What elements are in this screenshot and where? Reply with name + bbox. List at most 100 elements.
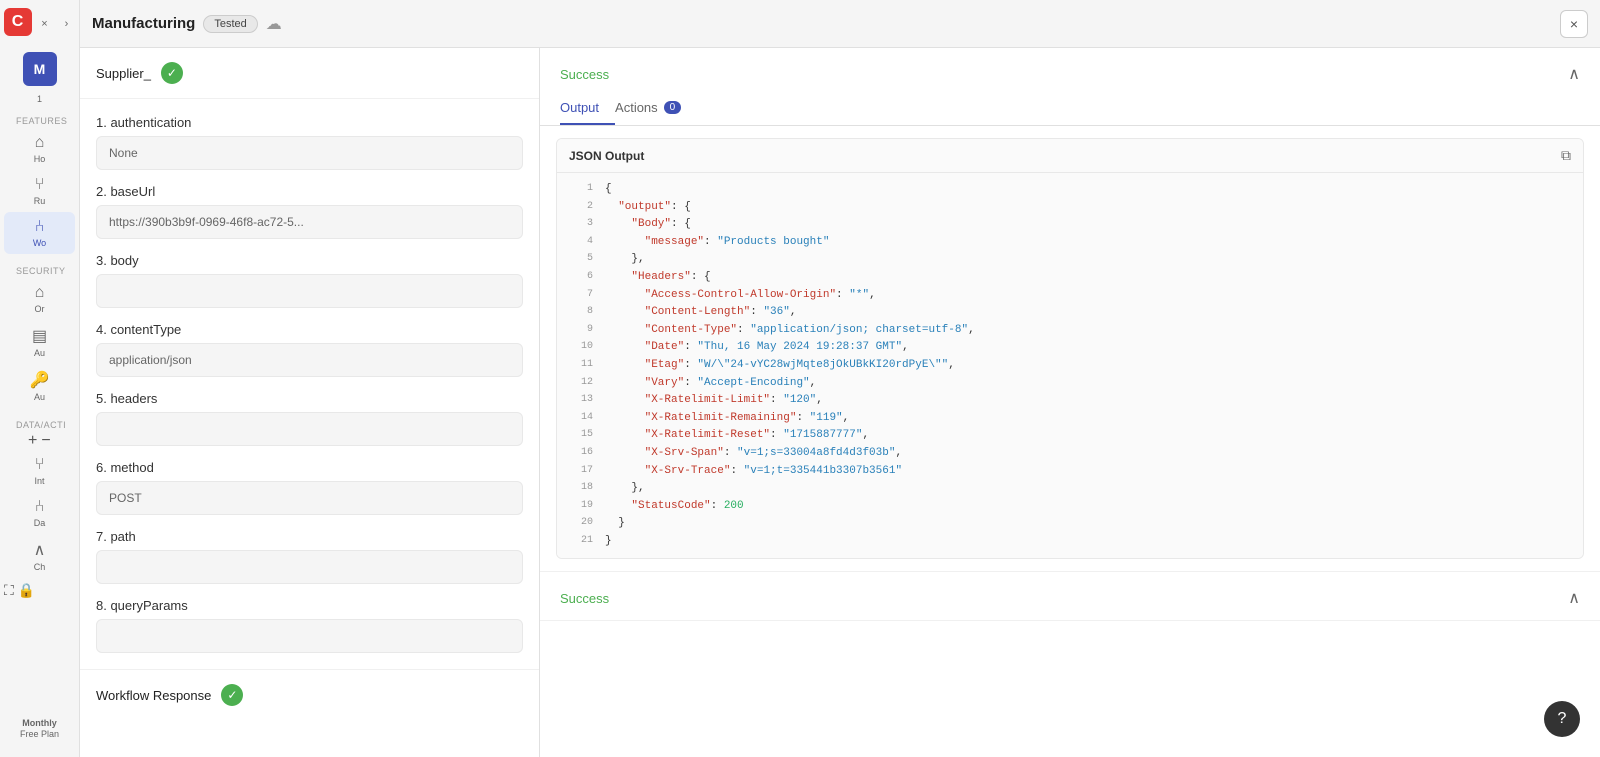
add-button[interactable]: + xyxy=(28,432,37,450)
authentication-input[interactable]: None xyxy=(96,136,523,170)
output-panel: Success ∧ Output Actions 0 JSON Output xyxy=(540,48,1600,757)
sidebar-close-button[interactable]: × xyxy=(36,15,54,33)
tested-badge: Tested xyxy=(203,15,257,33)
sidebar-data-section: DATA/ACTI + − ⑂ Int ⑃ Da ∧ Ch ⛶ 🔒 xyxy=(0,412,79,599)
security-label: SECURITY xyxy=(4,266,75,276)
params-panel: Supplier_ ✓ 1. authentication None 2. ba… xyxy=(80,48,540,757)
avatar[interactable]: M xyxy=(23,52,57,86)
resize-button[interactable]: ⛶ xyxy=(4,582,14,599)
sidebar-expand-button[interactable]: › xyxy=(58,15,76,33)
int-icon: ⑂ xyxy=(35,456,45,474)
param-method: 6. method POST xyxy=(96,460,523,515)
headers-input[interactable] xyxy=(96,412,523,446)
int-label: Int xyxy=(34,476,44,486)
method-input[interactable]: POST xyxy=(96,481,523,515)
home-icon: ⌂ xyxy=(35,134,45,152)
sidebar-item-int[interactable]: ⑂ Int xyxy=(4,450,75,492)
app-logo: C xyxy=(4,8,32,36)
json-line: 8 "Content-Length": "36", xyxy=(557,304,1583,322)
run-icon: ⑂ xyxy=(35,176,45,194)
workflow-response-label: Workflow Response xyxy=(96,688,211,703)
json-line: 17 "X-Srv-Trace": "v=1;t=335441b3307b356… xyxy=(557,463,1583,481)
data-label2: Da xyxy=(34,518,46,528)
node-label: Supplier_ xyxy=(96,66,151,81)
workflow-response-check-icon: ✓ xyxy=(221,684,243,706)
data-label: DATA/ACTI xyxy=(4,420,75,430)
close-button[interactable]: × xyxy=(1560,10,1588,38)
json-code: 1 { 2 "output": { 3 "Body": { 4 xyxy=(557,173,1583,558)
sidebar-item-data[interactable]: ⑃ Da xyxy=(4,492,75,534)
sidebar-item-org[interactable]: ⌂ Or xyxy=(4,278,75,320)
json-line: 14 "X-Ratelimit-Remaining": "119", xyxy=(557,410,1583,428)
workflow-response-header: Workflow Response ✓ xyxy=(80,669,539,720)
baseurl-input[interactable]: https://390b3b9f-0969-46f8-ac72-5... xyxy=(96,205,523,239)
authentication-label: 1. authentication xyxy=(96,115,523,130)
json-line: 5 }, xyxy=(557,251,1583,269)
param-headers: 5. headers xyxy=(96,391,523,446)
sidebar-item-ch[interactable]: ∧ Ch xyxy=(4,534,75,578)
collapse-button-2[interactable]: ∧ xyxy=(1568,588,1580,608)
sidebar-features-section: FEATURES ⌂ Ho ⑂ Ru ⑃ Wo xyxy=(0,108,79,254)
api-label: Au xyxy=(34,392,45,402)
success-label-2: Success xyxy=(560,591,609,606)
remove-button[interactable]: − xyxy=(41,432,50,450)
tab-actions[interactable]: Actions 0 xyxy=(615,92,697,125)
run-label: Ru xyxy=(34,196,46,206)
help-button[interactable]: ? xyxy=(1544,701,1580,737)
cloud-icon: ☁ xyxy=(266,14,282,34)
json-line: 7 "Access-Control-Allow-Origin": "*", xyxy=(557,287,1583,305)
path-input[interactable] xyxy=(96,550,523,584)
home-label: Ho xyxy=(34,154,46,164)
param-contenttype: 4. contentType application/json xyxy=(96,322,523,377)
json-line: 10 "Date": "Thu, 16 May 2024 19:28:37 GM… xyxy=(557,339,1583,357)
data-icon: ⑃ xyxy=(35,498,45,516)
contenttype-input[interactable]: application/json xyxy=(96,343,523,377)
param-body: 3. body xyxy=(96,253,523,308)
top-bar: Manufacturing Tested ☁ × xyxy=(80,0,1600,48)
sidebar-item-api[interactable]: 🔑 Au xyxy=(4,364,75,408)
copy-button[interactable]: ⧉ xyxy=(1561,147,1571,164)
sidebar-security-section: SECURITY ⌂ Or ▤ Au 🔑 Au xyxy=(0,258,79,408)
output-section-header: Success ∧ xyxy=(540,48,1600,84)
baseurl-label: 2. baseUrl xyxy=(96,184,523,199)
node-header: Supplier_ ✓ xyxy=(80,48,539,99)
auth-icon: ▤ xyxy=(32,326,47,346)
queryparams-label: 8. queryParams xyxy=(96,598,523,613)
json-line: 3 "Body": { xyxy=(557,216,1583,234)
params-content: 1. authentication None 2. baseUrl https:… xyxy=(80,99,539,669)
ch-icon: ∧ xyxy=(34,540,46,560)
output-section-2: Success ∧ xyxy=(540,572,1600,621)
collapse-button[interactable]: ∧ xyxy=(1568,64,1580,84)
sidebar-item-run[interactable]: ⑂ Ru xyxy=(4,170,75,212)
avatar-sub: 1 xyxy=(37,94,42,104)
json-line: 12 "Vary": "Accept-Encoding", xyxy=(557,375,1583,393)
json-output-header: JSON Output ⧉ xyxy=(557,139,1583,173)
body-input[interactable] xyxy=(96,274,523,308)
queryparams-input[interactable] xyxy=(96,619,523,653)
json-line: 6 "Headers": { xyxy=(557,269,1583,287)
org-label: Or xyxy=(35,304,45,314)
sidebar-item-workflow[interactable]: ⑃ Wo xyxy=(4,212,75,254)
lock-button[interactable]: 🔒 xyxy=(17,582,34,599)
body-label: 3. body xyxy=(96,253,523,268)
tab-output[interactable]: Output xyxy=(560,92,615,125)
param-authentication: 1. authentication None xyxy=(96,115,523,170)
plan-info: Monthly Free Plan xyxy=(20,718,59,741)
auth-label: Au xyxy=(34,348,45,358)
success-check-icon: ✓ xyxy=(161,62,183,84)
output-section-2-header: Success ∧ xyxy=(540,572,1600,620)
json-line: 19 "StatusCode": 200 xyxy=(557,498,1583,516)
sidebar-item-auth[interactable]: ▤ Au xyxy=(4,320,75,364)
method-label: 6. method xyxy=(96,460,523,475)
sidebar-item-home[interactable]: ⌂ Ho xyxy=(4,128,75,170)
param-queryparams: 8. queryParams xyxy=(96,598,523,653)
sidebar: C × › M 1 FEATURES ⌂ Ho ⑂ Ru ⑃ Wo SECURI… xyxy=(0,0,80,757)
main-area: Manufacturing Tested ☁ × Supplier_ ✓ 1. … xyxy=(80,0,1600,757)
workflow-label: Wo xyxy=(33,238,46,248)
actions-badge: 0 xyxy=(664,101,682,114)
json-line: 21 } xyxy=(557,533,1583,551)
sidebar-bottom: Monthly Free Plan xyxy=(0,718,79,749)
org-icon: ⌂ xyxy=(35,284,45,302)
json-line: 20 } xyxy=(557,515,1583,533)
json-line: 15 "X-Ratelimit-Reset": "1715887777", xyxy=(557,427,1583,445)
